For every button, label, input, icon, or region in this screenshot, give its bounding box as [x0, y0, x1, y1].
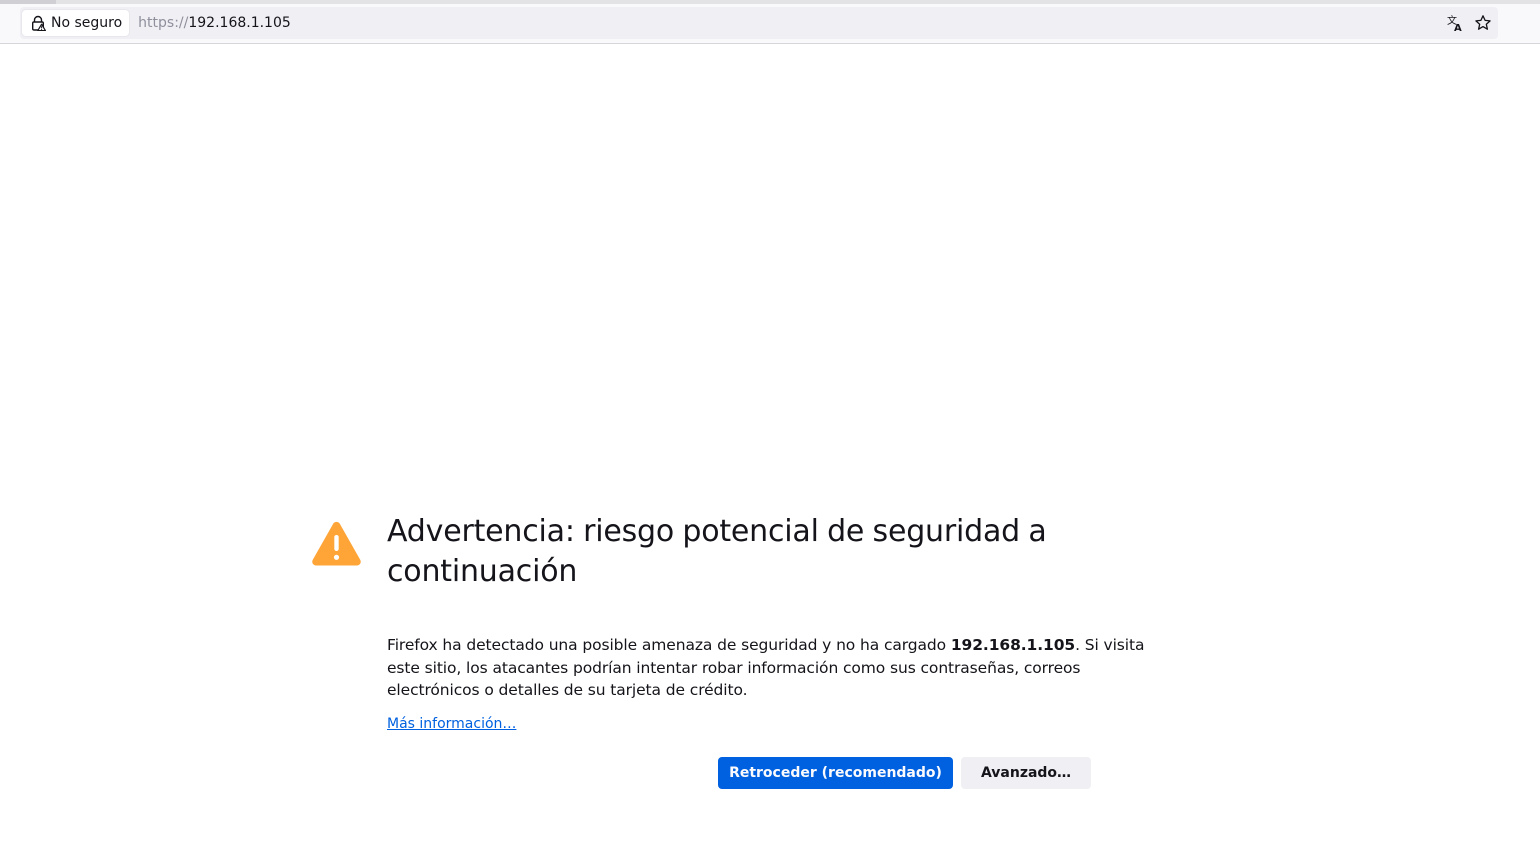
learn-more-link[interactable]: Más información…: [387, 716, 516, 732]
url-scheme: https://: [138, 15, 189, 31]
site-identity-button[interactable]: No seguro: [22, 10, 130, 36]
insecure-lock-icon: [30, 15, 46, 31]
advanced-button[interactable]: Avanzado…: [961, 757, 1091, 789]
star-icon[interactable]: [1474, 14, 1492, 32]
desc-text-start: Firefox ha detectado una posible amenaza…: [387, 636, 951, 654]
error-description: Firefox ha detectado una posible amenaza…: [387, 634, 1167, 702]
not-secure-label: No seguro: [51, 15, 123, 31]
url-actions: 文 A: [1446, 14, 1492, 32]
svg-text:A: A: [1454, 23, 1462, 32]
url-text[interactable]: https://192.168.1.105: [138, 15, 1446, 31]
error-buttons: Retroceder (recomendado) Avanzado…: [718, 757, 1091, 789]
browser-toolbar: No seguro https://192.168.1.105 文 A: [0, 0, 1540, 44]
translate-icon[interactable]: 文 A: [1446, 14, 1464, 32]
desc-host: 192.168.1.105: [950, 636, 1076, 654]
active-tab-edge[interactable]: [0, 0, 56, 4]
url-host: 192.168.1.105: [188, 15, 291, 31]
error-title: Advertencia: riesgo potencial de segurid…: [387, 514, 1047, 589]
tab-strip-edge: [0, 0, 1540, 4]
go-back-button[interactable]: Retroceder (recomendado): [718, 757, 953, 789]
url-bar[interactable]: No seguro https://192.168.1.105 文 A: [20, 7, 1498, 39]
error-content: Advertencia: riesgo potencial de segurid…: [387, 512, 1167, 732]
warning-icon: [312, 521, 361, 566]
